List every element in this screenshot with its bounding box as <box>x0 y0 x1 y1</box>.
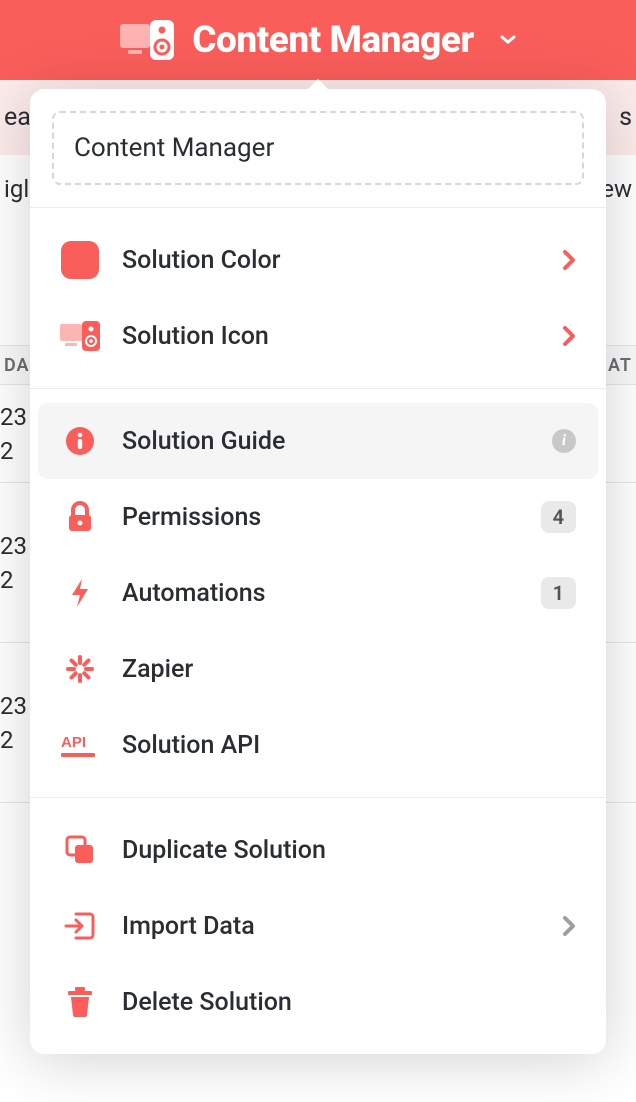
info-hint-icon: i <box>552 429 576 453</box>
popover-arrow <box>306 79 330 91</box>
menu-label: Solution API <box>122 731 576 760</box>
menu-label: Solution Color <box>122 246 540 275</box>
color-swatch-icon <box>60 240 100 280</box>
zapier-item[interactable]: Zapier <box>38 631 598 707</box>
col-right: AT <box>608 355 632 376</box>
menu-label: Solution Guide <box>122 427 530 456</box>
menu-label: Import Data <box>122 912 540 941</box>
menu-label: Zapier <box>122 655 576 684</box>
chevron-down-icon <box>500 35 516 45</box>
lock-icon <box>60 497 100 537</box>
chevron-right-icon <box>562 249 576 271</box>
menu-label: Automations <box>122 579 519 608</box>
solution-color-item[interactable]: Solution Color <box>38 222 598 298</box>
app-header[interactable]: Content Manager <box>0 0 636 80</box>
chevron-right-icon <box>562 915 576 937</box>
zapier-icon <box>60 649 100 689</box>
solution-name-input[interactable] <box>52 111 584 185</box>
trash-icon <box>60 982 100 1022</box>
solution-settings-popover: Solution Color Solution Icon <box>30 89 606 1054</box>
menu-label: Solution Icon <box>122 322 540 351</box>
strip-left-text: igl <box>4 175 29 345</box>
col-left: DA <box>4 355 30 376</box>
import-icon <box>60 906 100 946</box>
app-title: Content Manager <box>192 19 474 62</box>
menu-label: Duplicate Solution <box>122 836 576 865</box>
solution-name-wrap <box>30 89 606 208</box>
api-icon: API <box>60 725 100 765</box>
solution-guide-item[interactable]: Solution Guide i <box>38 403 598 479</box>
menu-label: Permissions <box>122 503 519 532</box>
import-data-item[interactable]: Import Data <box>38 888 598 964</box>
delete-solution-item[interactable]: Delete Solution <box>38 964 598 1040</box>
solution-api-item[interactable]: API Solution API <box>38 707 598 783</box>
permissions-count-badge: 4 <box>541 501 576 533</box>
solution-devices-icon <box>60 316 100 356</box>
settings-section: Solution Guide i Permissions 4 <box>30 388 606 797</box>
lightning-icon <box>60 573 100 613</box>
actions-section: Duplicate Solution Import Data <box>30 797 606 1054</box>
duplicate-icon <box>60 830 100 870</box>
permissions-item[interactable]: Permissions 4 <box>38 479 598 555</box>
solution-icon-item[interactable]: Solution Icon <box>38 298 598 374</box>
automations-count-badge: 1 <box>541 577 576 609</box>
solution-devices-icon <box>120 20 174 60</box>
automations-item[interactable]: Automations 1 <box>38 555 598 631</box>
svg-text:API: API <box>61 734 86 751</box>
subheader-right-text: s <box>619 103 632 132</box>
appearance-section: Solution Color Solution Icon <box>30 208 606 388</box>
subheader-left-text: ea <box>4 103 31 132</box>
info-icon <box>60 421 100 461</box>
duplicate-solution-item[interactable]: Duplicate Solution <box>38 812 598 888</box>
chevron-right-icon <box>562 325 576 347</box>
menu-label: Delete Solution <box>122 988 576 1017</box>
